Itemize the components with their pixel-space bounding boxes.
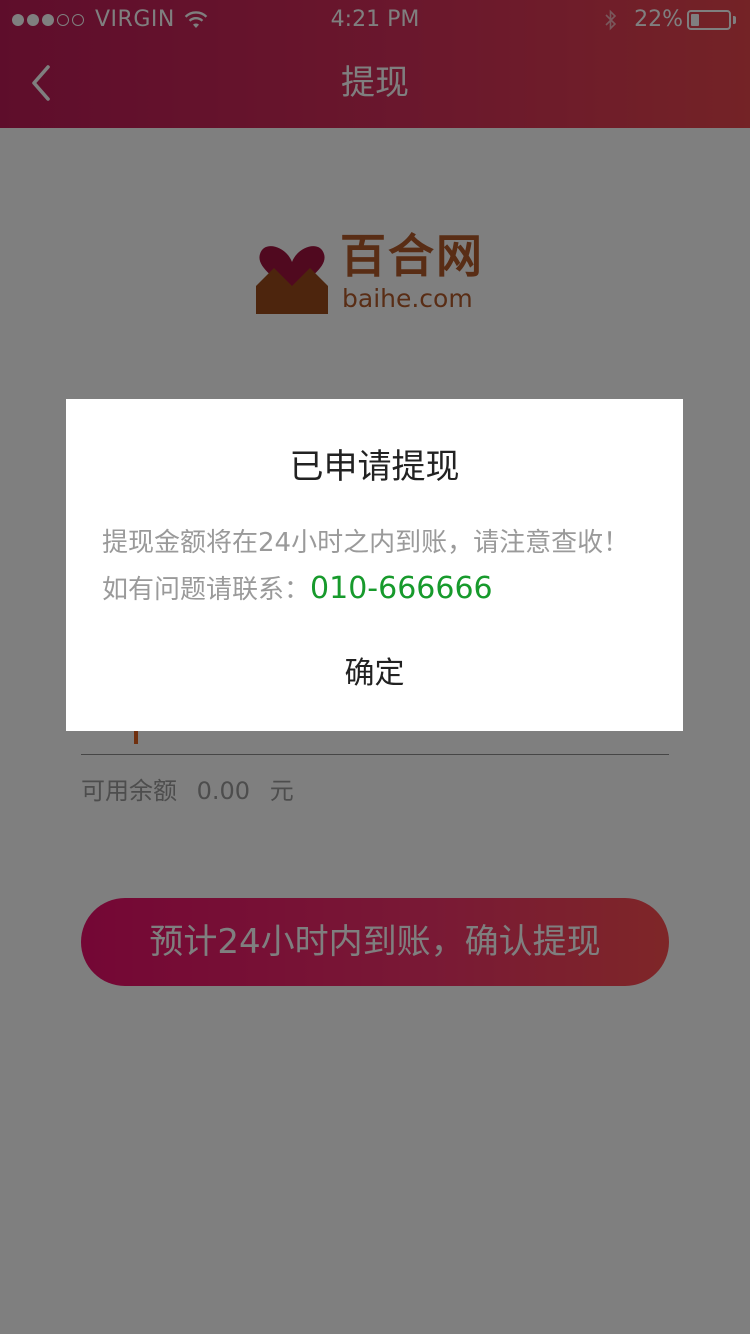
contact-phone[interactable]: 010-666666	[310, 571, 493, 606]
dialog-contact: 如有问题请联系：010-666666	[102, 571, 493, 608]
contact-label: 如有问题请联系：	[102, 575, 311, 605]
dialog-ok-button[interactable]: 确定	[66, 651, 683, 697]
dialog-title: 已申请提现	[289, 447, 460, 487]
dialog-message: 提现金额将在24小时之内到账，请注意查收！	[102, 528, 630, 558]
withdraw-dialog: 已申请提现 提现金额将在24小时之内到账，请注意查收！ 如有问题请联系：010-…	[66, 399, 683, 731]
